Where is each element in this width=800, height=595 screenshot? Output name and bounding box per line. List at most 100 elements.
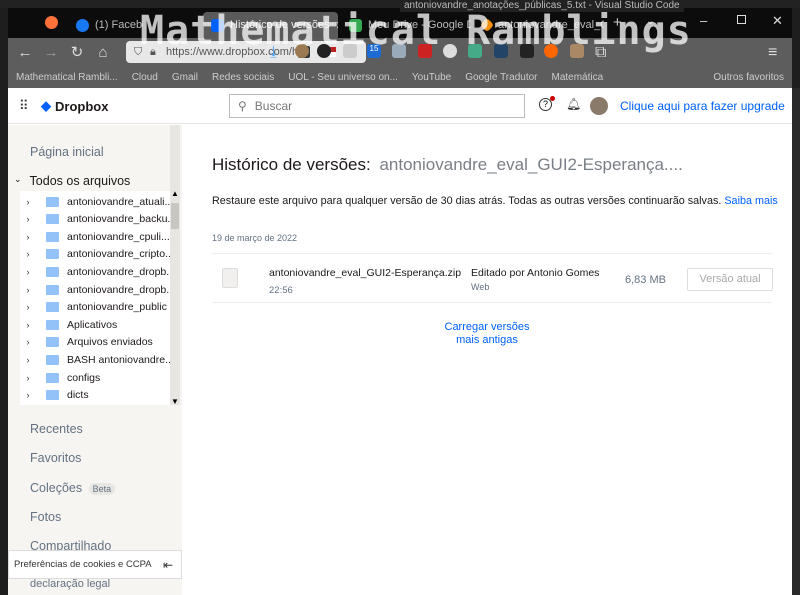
chevron-right-icon[interactable]: ›	[20, 197, 36, 207]
search-input[interactable]: ⚲ Buscar	[229, 94, 525, 118]
bulb-icon[interactable]	[443, 44, 457, 58]
bookmark-gmail[interactable]: Gmail	[172, 72, 198, 83]
calendar-icon[interactable]: 15	[367, 44, 381, 58]
tree-scrollbar[interactable]: ▲ ▼	[170, 125, 180, 406]
extension-icon[interactable]	[494, 44, 508, 58]
home-icon[interactable]: ⌂	[90, 44, 116, 61]
facebook-icon	[76, 18, 89, 32]
avatar[interactable]	[590, 97, 608, 115]
extension-icon[interactable]	[392, 44, 406, 58]
dropbox-logo[interactable]: ◆ Dropbox	[41, 98, 108, 114]
folder-item[interactable]: › Arquivos enviados	[20, 334, 153, 351]
bookmarks-bar: Mathematical Rambli... Cloud Gmail Redes…	[8, 66, 792, 88]
bell-icon[interactable]: 🔔︎	[566, 97, 581, 111]
dropbox-icon	[211, 18, 224, 32]
legal-link[interactable]: declaração legal	[30, 578, 110, 590]
back-icon[interactable]: ←	[12, 44, 38, 61]
pocket-icon[interactable]: ▽	[246, 44, 260, 58]
maximize-button[interactable]	[737, 15, 746, 24]
folder-item[interactable]: › dicts	[20, 387, 89, 404]
tab-version-history[interactable]: Histórico de versões✕	[203, 12, 338, 38]
scroll-down-icon[interactable]: ▼	[171, 397, 179, 406]
bookmark-folder[interactable]: Cloud	[132, 72, 158, 83]
firefox-icon[interactable]	[45, 16, 58, 29]
new-tab-button[interactable]: +	[613, 14, 622, 31]
version-row[interactable]: antoniovandre_eval_GUI2-Esperança.zip 22…	[212, 253, 773, 303]
chevron-right-icon[interactable]: ›	[20, 320, 36, 330]
folder-item[interactable]: › BASH antoniovandre...	[20, 351, 174, 368]
folder-item[interactable]: › Aplicativos	[20, 316, 118, 333]
upgrade-link[interactable]: Clique aqui para fazer upgrade	[620, 99, 785, 113]
tab-facebook[interactable]: (1) Facebook	[68, 12, 143, 38]
folder-item[interactable]: › antoniovandre_atuali...	[20, 193, 174, 210]
scrollbar-thumb[interactable]	[171, 203, 179, 229]
dropbox-page: ⠿ ◆ Dropbox ⚲ Buscar ? 🔔︎ Clique aqui para…	[8, 88, 792, 595]
bookmark-uol[interactable]: UOL - Seu universo on...	[288, 72, 398, 83]
sidebar-item-all-files[interactable]: ⌄ Todos os arquivos	[14, 174, 130, 188]
extension-monkey-icon[interactable]	[295, 44, 309, 58]
folder-icon	[46, 196, 59, 207]
chevron-right-icon[interactable]: ›	[20, 285, 36, 295]
bookmark-folder[interactable]: Matemática	[551, 72, 603, 83]
sidebar-item-collections[interactable]: Coleções Beta	[30, 481, 116, 495]
chevron-right-icon[interactable]: ›	[20, 337, 36, 347]
folder-item[interactable]: › antoniovandre_backu...	[20, 211, 177, 228]
chevron-right-icon[interactable]: ›	[20, 249, 36, 259]
sidebar-item-recent[interactable]: Recentes	[30, 422, 83, 436]
tab-google-drive[interactable]: Meu Drive - Google Drive	[341, 12, 471, 38]
version-size: 6,83 MB	[625, 274, 666, 286]
app-grid-icon[interactable]: ⠿	[19, 98, 29, 114]
extension-icon[interactable]	[418, 44, 432, 58]
chevron-right-icon[interactable]: ›	[20, 267, 36, 277]
folder-item[interactable]: › antoniovandre_cpuli...	[20, 228, 170, 245]
chevron-right-icon[interactable]: ›	[20, 232, 36, 242]
load-older-versions-link[interactable]: Carregar versões mais antigas	[412, 321, 562, 347]
collapse-icon[interactable]: ⇤	[163, 558, 181, 572]
close-window-button[interactable]: ✕	[772, 13, 783, 29]
extension-icon[interactable]	[520, 44, 534, 58]
folder-item[interactable]: › antoniovandre_dropb...	[20, 281, 176, 298]
folder-item[interactable]: › antoniovandre_public	[20, 299, 167, 316]
tab-list-icon[interactable]: ⌄	[646, 16, 654, 27]
chevron-right-icon[interactable]: ›	[20, 355, 36, 365]
close-tab-icon[interactable]: ✕	[336, 19, 338, 32]
scroll-up-icon[interactable]: ▲	[171, 189, 179, 198]
chevron-right-icon[interactable]: ›	[20, 390, 36, 400]
cookie-preferences-panel[interactable]: Preferências de cookies e CCPA ⇤	[8, 550, 182, 579]
bookmark-folder[interactable]: Mathematical Rambli...	[16, 72, 118, 83]
reload-icon[interactable]: ↻	[64, 43, 90, 61]
bookmark-translate[interactable]: Google Tradutor	[465, 72, 537, 83]
minimize-button[interactable]: –	[700, 13, 707, 28]
folder-item[interactable]: › antoniovandre_dropb...	[20, 263, 176, 280]
download-icon[interactable]: ⤓	[270, 44, 284, 61]
zip-file-icon	[222, 268, 238, 288]
folder-icon	[46, 390, 59, 401]
version-editor: Editado por Antonio Gomes	[471, 267, 600, 279]
chevron-right-icon[interactable]: ›	[20, 302, 36, 312]
folder-item[interactable]: › antoniovandre_cripto...	[20, 246, 174, 263]
sidebar-item-home[interactable]: Página inicial	[30, 145, 104, 159]
extension-icon[interactable]	[317, 44, 331, 58]
forward-icon[interactable]: →	[38, 44, 64, 61]
version-source: Web	[471, 282, 490, 292]
learn-more-link[interactable]: Saiba mais	[724, 195, 777, 207]
extension-icon[interactable]	[468, 44, 482, 58]
bookmark-other[interactable]: Outros favoritos	[713, 72, 792, 83]
bookmark-folder[interactable]: Redes sociais	[212, 72, 274, 83]
folder-item[interactable]: › configs	[20, 369, 101, 386]
bookmark-youtube[interactable]: YouTube	[412, 72, 451, 83]
menu-icon[interactable]: ≡	[768, 44, 782, 61]
sidebar-item-photos[interactable]: Fotos	[30, 510, 61, 524]
app-icon	[479, 17, 495, 33]
tab-bar: (1) Facebook Histórico de versões✕ Meu D…	[8, 8, 792, 38]
extension-icon[interactable]	[343, 44, 357, 58]
extensions-puzzle-icon[interactable]: ⧉	[595, 44, 609, 61]
extension-icon[interactable]	[544, 44, 558, 58]
tab-eval[interactable]: antoniovandre_eval_GUI	[474, 12, 604, 38]
beta-badge: Beta	[88, 483, 116, 495]
extension-icon[interactable]	[570, 44, 584, 58]
chevron-right-icon[interactable]: ›	[20, 373, 36, 383]
chevron-right-icon[interactable]: ›	[20, 214, 36, 224]
folder-icon	[46, 337, 59, 348]
sidebar-item-favorites[interactable]: Favoritos	[30, 451, 81, 465]
